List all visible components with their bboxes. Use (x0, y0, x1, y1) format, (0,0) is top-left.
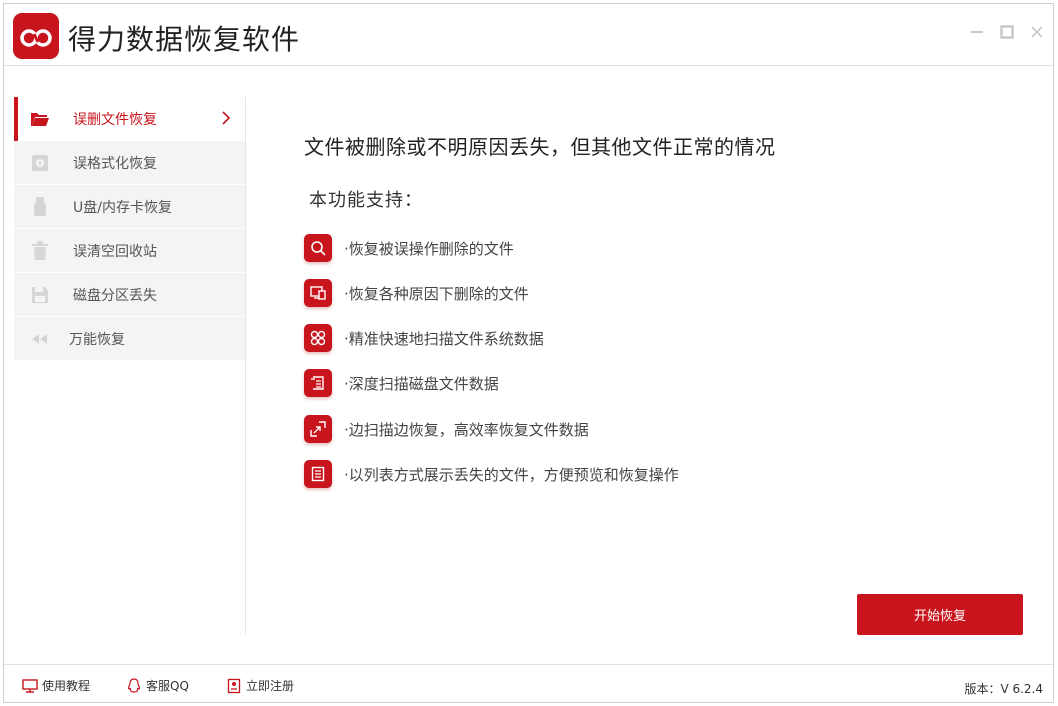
rewind-icon (30, 329, 50, 349)
app-window: 得力数据恢复软件 误删文件恢复 误格式化恢复 U盘/内存卡恢复 误清空回收站 磁… (3, 3, 1054, 703)
feature-item: ·恢复被误操作删除的文件 (304, 234, 514, 262)
sidebar-item-label: 误删文件恢复 (73, 111, 157, 128)
feature-text: ·边扫描边恢复，高效率恢复文件数据 (344, 420, 589, 439)
feature-text: ·恢复被误操作删除的文件 (344, 239, 514, 258)
minimize-icon (971, 31, 983, 33)
feature-item: ·以列表方式展示丢失的文件，方便预览和恢复操作 (304, 460, 679, 488)
register-icon (226, 678, 242, 694)
tutorial-label: 使用教程 (42, 679, 91, 693)
monitor-icon (22, 678, 38, 694)
sidebar-item-label: 误格式化恢复 (73, 155, 157, 172)
support-label: 客服QQ (146, 679, 189, 693)
feature-item: ·边扫描边恢复，高效率恢复文件数据 (304, 415, 589, 443)
sidebar-item-label: 磁盘分区丢失 (73, 287, 157, 304)
sidebar-item-label: U盘/内存卡恢复 (73, 199, 172, 216)
close-button[interactable] (1027, 22, 1047, 42)
sidebar-item-recycle-bin[interactable]: 误清空回收站 (14, 229, 245, 273)
maximize-button[interactable] (997, 22, 1017, 42)
feature-item: ·深度扫描磁盘文件数据 (304, 369, 499, 397)
app-logo-icon (13, 13, 59, 59)
feature-text: ·以列表方式展示丢失的文件，方便预览和恢复操作 (344, 465, 679, 484)
close-icon (1031, 26, 1043, 38)
feature-item: ·恢复各种原因下删除的文件 (304, 279, 529, 307)
sidebar: 误删文件恢复 误格式化恢复 U盘/内存卡恢复 误清空回收站 磁盘分区丢失 万能恢… (14, 97, 246, 634)
tutorial-link[interactable]: 使用教程 (22, 677, 90, 694)
version-label: 版本：V 6.2.4 (964, 682, 1043, 696)
feature-text: ·深度扫描磁盘文件数据 (344, 374, 499, 393)
grid-icon (304, 324, 332, 352)
chevron-right-icon (221, 110, 231, 130)
app-title: 得力数据恢复软件 (68, 23, 301, 56)
save-disk-icon (30, 285, 50, 305)
list-document-icon (304, 460, 332, 488)
sidebar-item-label: 万能恢复 (69, 331, 125, 348)
start-recovery-button[interactable]: 开始恢复 (857, 594, 1023, 635)
page-headline: 文件被删除或不明原因丢失，但其他文件正常的情况 (304, 135, 776, 159)
disk-format-icon (30, 153, 50, 173)
arrows-icon (304, 415, 332, 443)
sidebar-item-universal-recovery[interactable]: 万能恢复 (14, 317, 245, 361)
search-icon (304, 234, 332, 262)
support-qq-link[interactable]: 客服QQ (126, 677, 189, 694)
footer: 使用教程 客服QQ 立即注册 版本：V 6.2.4 (4, 664, 1053, 704)
qq-icon (126, 677, 142, 694)
trash-bin-icon (30, 241, 50, 261)
sidebar-item-deleted-files[interactable]: 误删文件恢复 (14, 97, 245, 141)
sidebar-item-label: 误清空回收站 (73, 243, 157, 260)
minimize-button[interactable] (967, 22, 987, 42)
document-scan-icon (304, 369, 332, 397)
folder-open-icon (30, 109, 50, 129)
feature-text: ·精准快速地扫描文件系统数据 (344, 329, 544, 348)
feature-text: ·恢复各种原因下删除的文件 (344, 284, 529, 303)
sidebar-item-usb-recovery[interactable]: U盘/内存卡恢复 (14, 185, 245, 229)
register-link[interactable]: 立即注册 (226, 677, 294, 694)
feature-item: ·精准快速地扫描文件系统数据 (304, 324, 544, 352)
sidebar-item-partition-lost[interactable]: 磁盘分区丢失 (14, 273, 245, 317)
title-bar: 得力数据恢复软件 (4, 4, 1053, 66)
usb-drive-icon (30, 197, 50, 217)
register-label: 立即注册 (246, 679, 295, 693)
sidebar-item-format-recovery[interactable]: 误格式化恢复 (14, 141, 245, 185)
devices-icon (304, 279, 332, 307)
feature-subhead: 本功能支持： (309, 190, 423, 211)
maximize-icon (1000, 25, 1014, 39)
